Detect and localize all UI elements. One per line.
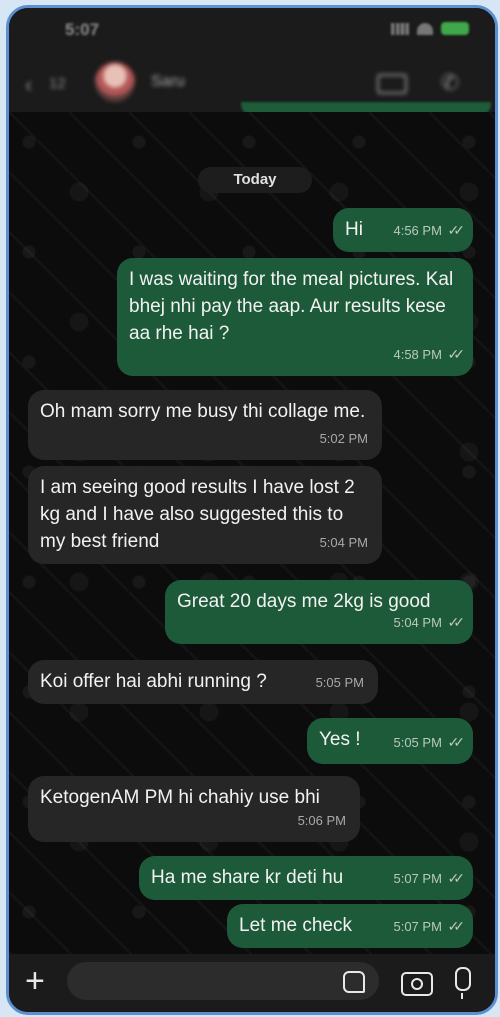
read-receipt-icon: ✓✓ (447, 346, 466, 362)
message-bubble[interactable]: I am seeing good results I have lost 2 k… (28, 466, 382, 564)
sticker-icon[interactable] (343, 971, 365, 993)
message-time: 5:05 PM (315, 675, 364, 690)
back-chevron-icon[interactable]: ‹ (25, 72, 32, 98)
chat-area[interactable]: Today Hi 4:56 PM ✓✓ I was waiting for th… (9, 112, 495, 954)
message-time: 5:06 PM (297, 813, 346, 828)
unread-count[interactable]: 12 (49, 75, 66, 92)
message-text: Ha me share kr deti hu (151, 867, 344, 888)
read-receipt-icon: ✓✓ (447, 918, 466, 934)
message-text: Great 20 days me 2kg is good (177, 591, 431, 612)
message-time: 4:56 PM (393, 223, 442, 238)
mic-icon[interactable] (455, 967, 471, 999)
message-time: 5:04 PM (319, 535, 368, 550)
read-receipt-icon: ✓✓ (447, 614, 466, 630)
wifi-icon (417, 22, 433, 35)
phone-call-icon[interactable]: ✆ (441, 70, 459, 96)
date-divider: Today (198, 167, 312, 193)
message-time: 4:58 PM (393, 347, 442, 362)
message-bubble[interactable]: KetogenAM PM hi chahiy use bhi 5:06 PM (28, 776, 360, 842)
message-meta: 5:05 PM ✓✓ (393, 729, 466, 756)
message-time: 5:04 PM (393, 615, 442, 630)
message-bubble[interactable]: Great 20 days me 2kg is good 5:04 PM ✓✓ (165, 580, 473, 644)
message-text: Koi offer hai abhi running ? (40, 671, 267, 692)
battery-icon (441, 22, 469, 35)
composer-bar: + (9, 954, 495, 1012)
message-meta: 5:04 PM ✓✓ (393, 609, 466, 636)
status-time: 5:07 (65, 20, 100, 39)
message-time: 5:05 PM (393, 735, 442, 750)
message-bubble[interactable]: Oh mam sorry me busy thi collage me. 5:0… (28, 390, 382, 460)
read-receipt-icon: ✓✓ (447, 222, 466, 238)
message-time: 5:07 PM (393, 871, 442, 886)
chat-header: ‹ 12 Saru ✆ (9, 52, 495, 116)
message-text: Yes ! (319, 729, 361, 750)
message-meta: 5:07 PM ✓✓ (393, 913, 466, 940)
message-meta: 4:58 PM ✓✓ (393, 341, 466, 368)
message-text: I was waiting for the meal pictures. Kal… (129, 269, 454, 344)
message-text: Hi (345, 219, 363, 240)
message-time: 5:02 PM (319, 431, 368, 446)
contact-name[interactable]: Saru (151, 73, 185, 91)
message-text: Let me check (239, 915, 352, 936)
message-text: Oh mam sorry me busy thi collage me. (40, 401, 366, 422)
status-bar: 5:07 (9, 8, 495, 52)
message-meta: 5:04 PM (320, 529, 368, 556)
message-text: I am seeing good results I have lost 2 k… (40, 477, 355, 552)
camera-icon[interactable] (401, 972, 433, 996)
message-bubble[interactable]: Ha me share kr deti hu 5:07 PM ✓✓ (139, 856, 473, 900)
phone-frame: 5:07 ‹ 12 Saru ✆ Today Hi 4:56 PM ✓✓ I w… (6, 5, 498, 1015)
contact-avatar[interactable] (95, 62, 135, 102)
message-meta: 5:02 PM (320, 425, 368, 452)
message-time: 5:07 PM (393, 919, 442, 934)
status-icons (391, 22, 469, 35)
message-bubble[interactable]: I was waiting for the meal pictures. Kal… (117, 258, 473, 376)
message-meta: 4:56 PM ✓✓ (393, 217, 466, 244)
message-meta: 5:05 PM (316, 669, 364, 696)
message-bubble[interactable]: Koi offer hai abhi running ? 5:05 PM (28, 660, 378, 704)
message-input[interactable] (67, 962, 379, 1000)
message-bubble[interactable]: Hi 4:56 PM ✓✓ (333, 208, 473, 252)
message-text: KetogenAM PM hi chahiy use bhi (40, 787, 320, 808)
message-meta: 5:06 PM (298, 807, 346, 834)
read-receipt-icon: ✓✓ (447, 870, 466, 886)
signal-icon (391, 22, 409, 35)
plus-icon[interactable]: + (25, 964, 45, 998)
video-call-icon[interactable] (377, 74, 407, 94)
message-bubble[interactable]: Let me check 5:07 PM ✓✓ (227, 904, 473, 948)
read-receipt-icon: ✓✓ (447, 734, 466, 750)
message-meta: 5:07 PM ✓✓ (393, 865, 466, 892)
message-bubble[interactable]: Yes ! 5:05 PM ✓✓ (307, 718, 473, 764)
